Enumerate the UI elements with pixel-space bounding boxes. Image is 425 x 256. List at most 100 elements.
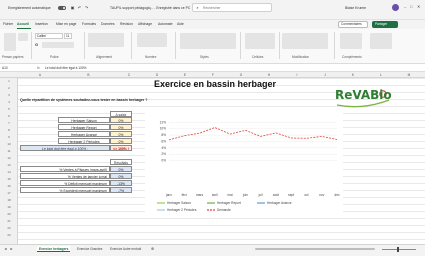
total-value: <> 100% ! xyxy=(110,145,132,151)
close-icon[interactable]: ✕ xyxy=(417,4,420,9)
row-number[interactable]: 6 xyxy=(0,114,18,118)
autosave-label: Enregistrement automatique xyxy=(8,6,51,10)
menu-accueil[interactable]: Accueil xyxy=(17,22,29,26)
row-number[interactable]: 3 xyxy=(0,93,18,97)
cut-copy-icon[interactable] xyxy=(18,33,28,41)
row-number[interactable]: 23 xyxy=(0,233,18,237)
x-tick-label: avril xyxy=(212,193,218,197)
question-text: Quelle répartition de systèmes souhaitez… xyxy=(20,98,148,102)
menu-insertion[interactable]: Insertion xyxy=(35,22,48,26)
menu-donnees[interactable]: Données xyxy=(101,22,115,26)
file-title: TAUPIL support pédagogiq... - Enregistré… xyxy=(110,6,191,10)
row-number[interactable]: 17 xyxy=(0,191,18,195)
sheet-tab[interactable]: Exercice herbagers xyxy=(37,246,71,252)
zoom-slider[interactable] xyxy=(382,248,416,250)
y-tick-label: 10% xyxy=(160,127,167,131)
menu-automate[interactable]: Automate xyxy=(158,22,173,26)
input-value-cell[interactable]: 0% xyxy=(110,124,132,130)
cells-icons[interactable] xyxy=(245,33,275,49)
alignment-icons[interactable] xyxy=(88,33,124,47)
result-label: % Ventes à Pâques (mars-avril) xyxy=(20,166,110,172)
zoom-slider-thumb[interactable] xyxy=(397,246,399,252)
row-number[interactable]: 16 xyxy=(0,184,18,188)
input-label: Herbager Saison xyxy=(58,117,110,123)
paste-icon[interactable] xyxy=(4,33,16,51)
ribbon-group-cells: Cellules xyxy=(252,55,264,59)
row-number[interactable]: 12 xyxy=(0,156,18,160)
number-format-icons[interactable] xyxy=(137,33,167,47)
menu-fichier[interactable]: Fichier xyxy=(3,22,13,26)
result-label: % Déficit mensuel maximum xyxy=(20,180,110,186)
sheet-title: Exercice en bassin herbager xyxy=(153,79,277,89)
next-sheet-icon[interactable]: ▸ xyxy=(9,246,14,251)
row-number[interactable]: 2 xyxy=(0,86,18,90)
sheet-tab[interactable]: Exercice Autre endroit xyxy=(108,246,143,252)
result-label: % Excédent mensuel maximum xyxy=(20,187,110,193)
font-format-icons[interactable] xyxy=(42,42,74,48)
y-tick-label: 4% xyxy=(161,146,166,150)
menu-formules[interactable]: Formules xyxy=(82,22,96,26)
redo-icon[interactable]: ↷ xyxy=(84,5,89,10)
result-value: -7% xyxy=(110,187,132,193)
minimize-icon[interactable]: – xyxy=(404,4,406,9)
row-number[interactable]: 5 xyxy=(0,107,18,111)
menu-affichage[interactable]: Affichage xyxy=(138,22,152,26)
menu-aide[interactable]: Aide xyxy=(177,22,184,26)
menu-revision[interactable]: Révision xyxy=(120,22,133,26)
horizontal-scrollbar[interactable] xyxy=(255,248,375,250)
addins-icons[interactable] xyxy=(340,33,362,49)
styles-icons[interactable] xyxy=(180,33,236,49)
font-name-select[interactable]: Calibri xyxy=(35,33,63,39)
row-number[interactable]: 19 xyxy=(0,205,18,209)
row-number[interactable]: 18 xyxy=(0,198,18,202)
y-tick-label: 2% xyxy=(161,152,166,156)
input-value-cell[interactable]: 0% xyxy=(110,131,132,137)
row-number[interactable]: 20 xyxy=(0,212,18,216)
avatar[interactable] xyxy=(392,4,399,11)
row-number[interactable]: 15 xyxy=(0,177,18,181)
x-tick-label: juil xyxy=(258,193,263,197)
row-number[interactable]: 22 xyxy=(0,226,18,230)
save-icon[interactable]: ▣ xyxy=(70,5,75,10)
row-number[interactable]: 14 xyxy=(0,170,18,174)
maximize-icon[interactable]: □ xyxy=(410,4,412,9)
menu-mise-en-page[interactable]: Mise en page xyxy=(56,22,76,26)
revabio-logo: ReVABio xyxy=(335,88,392,110)
x-tick-label: mai xyxy=(228,193,233,197)
formula-input[interactable]: Le total doit être égal à 100% xyxy=(45,65,86,71)
x-tick-label: nov xyxy=(319,193,325,197)
add-sheet-icon[interactable]: ⊕ xyxy=(150,246,155,251)
fx-icon[interactable]: fx xyxy=(37,65,40,71)
analysis-icons[interactable] xyxy=(370,33,392,49)
sheet-tab[interactable]: Exercice Grandes xyxy=(75,246,104,252)
row-number[interactable]: 1 xyxy=(0,79,18,83)
prev-sheet-icon[interactable]: ◂ xyxy=(3,246,8,251)
ribbon-group-number: Nombre xyxy=(145,55,157,59)
row-number[interactable]: 21 xyxy=(0,219,18,223)
comments-button[interactable]: Commentaires xyxy=(338,21,368,28)
undo-icon[interactable]: ↶ xyxy=(77,5,82,10)
chart-container[interactable]: 12% 10% 8% 6% 4% 2% 0% janv févr mars avril mai juin… xyxy=(145,108,343,216)
row-number[interactable]: 9 xyxy=(0,135,18,139)
row-number[interactable]: 11 xyxy=(0,149,18,153)
user-name: Blaise Krumm xyxy=(345,6,367,10)
input-value-cell[interactable]: 0% xyxy=(110,117,132,123)
row-number[interactable]: 13 xyxy=(0,163,18,167)
search-placeholder: Rechercher xyxy=(203,6,221,10)
row-number[interactable]: 10 xyxy=(0,142,18,146)
bold-icon[interactable]: G xyxy=(35,42,38,47)
search-box[interactable]: ⌕ Rechercher xyxy=(192,3,272,12)
x-tick-label: oct xyxy=(304,193,308,197)
font-size-select[interactable]: 11 xyxy=(64,33,72,39)
row-number[interactable]: 8 xyxy=(0,128,18,132)
x-tick-label: juin xyxy=(242,193,248,197)
row-number[interactable]: 4 xyxy=(0,100,18,104)
share-button[interactable]: Partager xyxy=(372,21,398,28)
row-number[interactable]: 7 xyxy=(0,121,18,125)
autosave-toggle[interactable] xyxy=(58,6,66,10)
name-box[interactable]: A10 xyxy=(2,65,22,71)
ribbon-separator xyxy=(175,32,176,59)
input-value-cell[interactable]: 0% xyxy=(110,138,132,144)
result-value: 0% xyxy=(110,166,132,172)
editing-icons[interactable] xyxy=(282,33,328,49)
